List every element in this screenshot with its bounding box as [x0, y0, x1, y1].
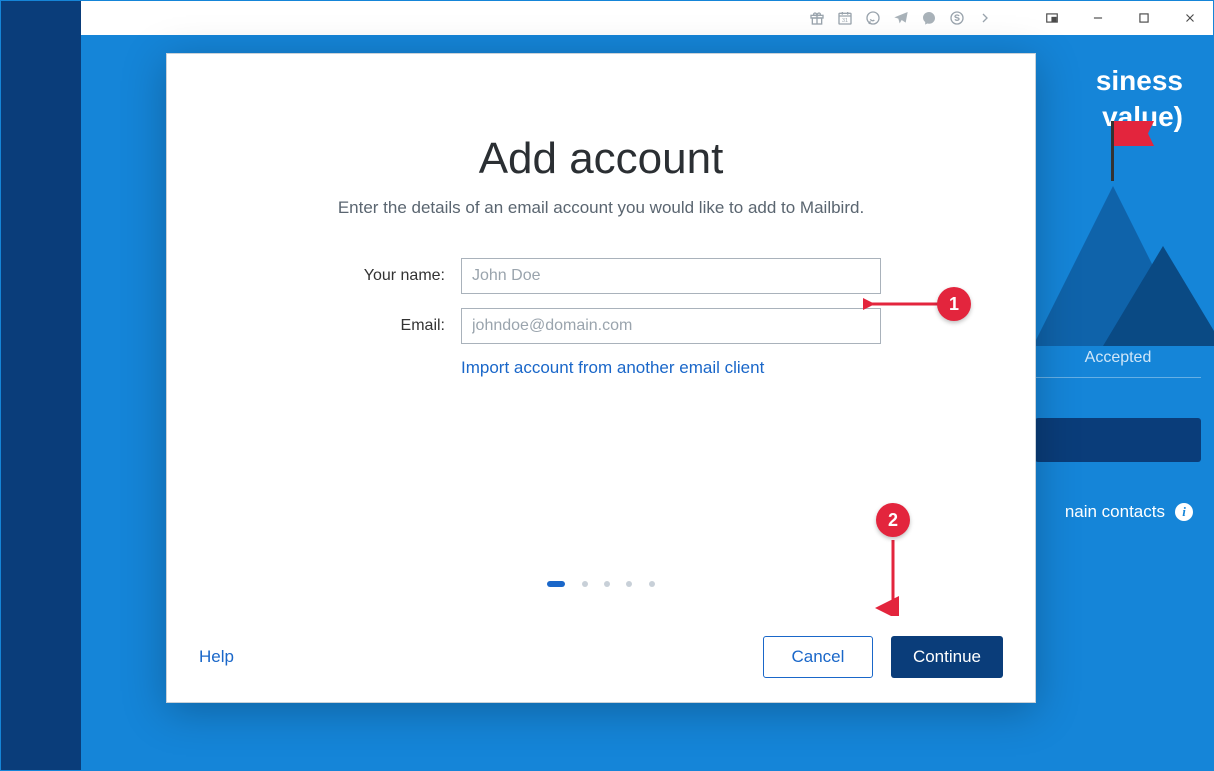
domain-contacts-label: nain contacts [1065, 502, 1165, 522]
account-form: Your name: Email: Import account from an… [321, 258, 881, 378]
callout-1: 1 [937, 287, 971, 321]
pager-dot-3[interactable] [604, 581, 610, 587]
email-label: Email: [321, 317, 461, 335]
domain-contacts-row: nain contacts i [1023, 462, 1213, 522]
skype-icon[interactable] [943, 1, 971, 35]
arrow-1 [863, 292, 943, 316]
whatsapp-icon[interactable] [859, 1, 887, 35]
maximize-button[interactable] [1121, 1, 1167, 35]
modal-subtitle: Enter the details of an email account yo… [167, 198, 1035, 218]
arrow-2 [873, 536, 913, 616]
pip-icon[interactable] [1029, 1, 1075, 35]
close-button[interactable] [1167, 1, 1213, 35]
help-link[interactable]: Help [199, 647, 234, 667]
pager-dot-4[interactable] [626, 581, 632, 587]
pager-dot-5[interactable] [649, 581, 655, 587]
minimize-button[interactable] [1075, 1, 1121, 35]
callout-2: 2 [876, 503, 910, 537]
pager-dot-1[interactable] [547, 581, 565, 587]
right-panel-button[interactable] [1035, 418, 1201, 462]
modal-footer: Help Cancel Continue [167, 612, 1035, 702]
right-panel: Accepted nain contacts i [1023, 331, 1213, 522]
pager-dot-2[interactable] [582, 581, 588, 587]
modal-title: Add account [167, 134, 1035, 184]
continue-button[interactable]: Continue [891, 636, 1003, 678]
more-icon[interactable] [971, 1, 999, 35]
flagpole [1111, 121, 1114, 181]
flag-icon [1114, 121, 1154, 146]
name-input[interactable] [461, 258, 881, 294]
app-window: 31 [0, 0, 1214, 771]
name-label: Your name: [321, 267, 461, 285]
sidebar-column [1, 1, 81, 770]
info-icon[interactable]: i [1175, 503, 1193, 521]
gift-icon[interactable] [803, 1, 831, 35]
messenger-icon[interactable] [915, 1, 943, 35]
window-controls [1029, 1, 1213, 35]
promo-line-1: siness [1096, 65, 1183, 96]
email-row: Email: [321, 308, 881, 344]
telegram-icon[interactable] [887, 1, 915, 35]
titlebar: 31 [81, 1, 1213, 35]
cancel-button[interactable]: Cancel [763, 636, 873, 678]
svg-text:31: 31 [842, 18, 848, 24]
accepted-tab[interactable]: Accepted [1035, 331, 1201, 378]
name-row: Your name: [321, 258, 881, 294]
import-link[interactable]: Import account from another email client [461, 358, 881, 378]
email-input[interactable] [461, 308, 881, 344]
calendar-icon[interactable]: 31 [831, 1, 859, 35]
